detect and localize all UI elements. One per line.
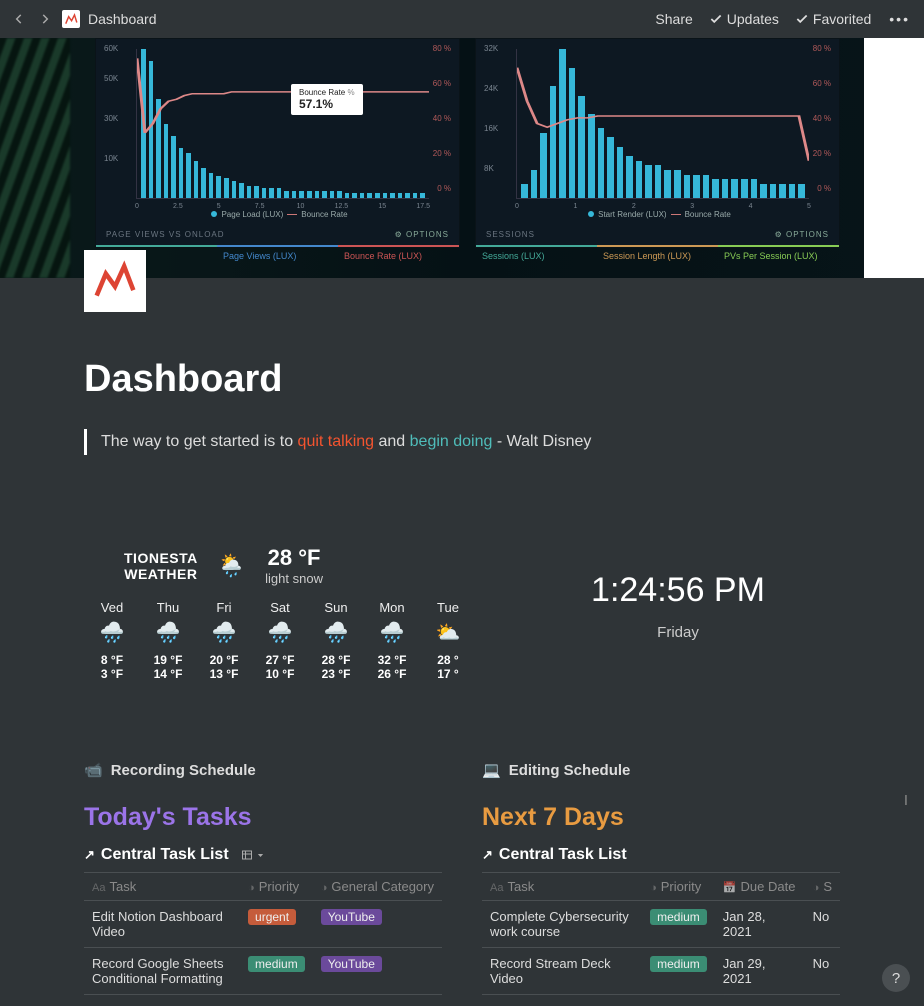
editing-table: AaTask ◑Priority 📅Due Date ◑S Complete C…: [482, 872, 840, 995]
col-category[interactable]: ◑General Category: [313, 873, 442, 901]
weather-location: TIONESTA WEATHER: [124, 550, 198, 582]
breadcrumb-page-icon[interactable]: [62, 10, 80, 28]
forecast-day: Sun🌧️28 °F23 °F: [308, 600, 364, 681]
table-row[interactable]: Record Stream Deck VideomediumJan 29, 20…: [482, 948, 840, 995]
forecast-day: Ved🌧️8 °F3 °F: [84, 600, 140, 681]
table-row[interactable]: Complete Cybersecurity work coursemedium…: [482, 901, 840, 948]
updates-button[interactable]: Updates: [705, 11, 783, 27]
col-priority[interactable]: ◑Priority: [240, 873, 313, 901]
cover-decorative-leaf: [0, 38, 70, 278]
camera-icon: 📹: [84, 761, 103, 779]
quote-block[interactable]: The way to get started is to quit talkin…: [84, 429, 840, 455]
link-arrow-icon: ↗: [482, 847, 493, 863]
table-row[interactable]: Record Google Sheets Conditional Formatt…: [84, 948, 442, 995]
breadcrumb-title[interactable]: Dashboard: [88, 11, 157, 27]
clock-widget: 1:24:56 PM Friday: [516, 545, 840, 641]
col-task[interactable]: AaTask: [482, 873, 642, 901]
chart-tooltip: Bounce Rate % 57.1%: [291, 84, 363, 115]
page-title[interactable]: Dashboard: [84, 358, 840, 401]
favorited-button[interactable]: Favorited: [791, 11, 875, 27]
linked-db-editing[interactable]: ↗ Central Task List: [482, 846, 840, 864]
editing-schedule-link[interactable]: 💻 Editing Schedule: [482, 761, 840, 779]
share-button[interactable]: Share: [651, 11, 696, 27]
weather-forecast: Ved🌧️8 °F3 °FThu🌧️19 °F14 °FFri🌧️20 °F13…: [84, 600, 476, 681]
view-picker[interactable]: [241, 849, 265, 861]
nav-forward-button[interactable]: [36, 10, 54, 28]
cover-chart-left: 60K50K30K10K 80 %60 %40 %20 %0 % 02.557.…: [95, 38, 460, 248]
cover-image[interactable]: 60K50K30K10K 80 %60 %40 %20 %0 % 02.557.…: [0, 38, 924, 278]
editing-schedule-column: 💻 Editing Schedule Next 7 Days ↗ Central…: [482, 761, 840, 995]
col-priority[interactable]: ◑Priority: [642, 873, 715, 901]
forecast-day: Fri🌧️20 °F13 °F: [196, 600, 252, 681]
laptop-icon: 💻: [482, 761, 501, 779]
check-icon: [709, 12, 723, 26]
col-s[interactable]: ◑S: [805, 873, 840, 901]
forecast-day: Tue⛅28 °17 °: [420, 600, 476, 681]
clock-day: Friday: [516, 624, 840, 641]
next-7-days-heading: Next 7 Days: [482, 803, 840, 832]
chevron-down-icon: [256, 851, 265, 860]
forecast-day: Sat🌧️27 °F10 °F: [252, 600, 308, 681]
help-button[interactable]: ?: [882, 964, 910, 992]
forecast-day: Mon🌧️32 °F26 °F: [364, 600, 420, 681]
weather-widget: TIONESTA WEATHER 🌦️ 28 °F light snow Ved…: [84, 545, 476, 681]
table-view-icon: [241, 849, 253, 861]
clock-time: 1:24:56 PM: [516, 571, 840, 610]
text-cursor-icon: Ⅰ: [904, 792, 908, 809]
recording-table: AaTask ◑Priority ◑General Category Edit …: [84, 872, 442, 995]
forecast-day: Thu🌧️19 °F14 °F: [140, 600, 196, 681]
todays-tasks-heading: Today's Tasks: [84, 803, 442, 832]
col-due[interactable]: 📅Due Date: [715, 873, 805, 901]
recording-schedule-column: 📹 Recording Schedule Today's Tasks ↗ Cen…: [84, 761, 442, 995]
page-icon[interactable]: [84, 250, 146, 312]
cover-decorative-edge: [864, 38, 924, 278]
linked-db-recording[interactable]: ↗ Central Task List: [84, 846, 442, 864]
weather-current: 28 °F light snow: [265, 545, 323, 586]
table-row[interactable]: Edit Notion Dashboard VideourgentYouTube: [84, 901, 442, 948]
weather-current-icon: 🌦️: [218, 553, 245, 579]
more-menu-button[interactable]: •••: [883, 11, 914, 27]
link-arrow-icon: ↗: [84, 847, 95, 863]
recording-schedule-link[interactable]: 📹 Recording Schedule: [84, 761, 442, 779]
check-icon: [795, 12, 809, 26]
topbar: Dashboard Share Updates Favorited •••: [0, 0, 924, 38]
col-task[interactable]: AaTask: [84, 873, 240, 901]
cover-chart-right: 32K24K16K8K 80 %60 %40 %20 %0 % 012345 S…: [475, 38, 840, 248]
nav-back-button[interactable]: [10, 10, 28, 28]
